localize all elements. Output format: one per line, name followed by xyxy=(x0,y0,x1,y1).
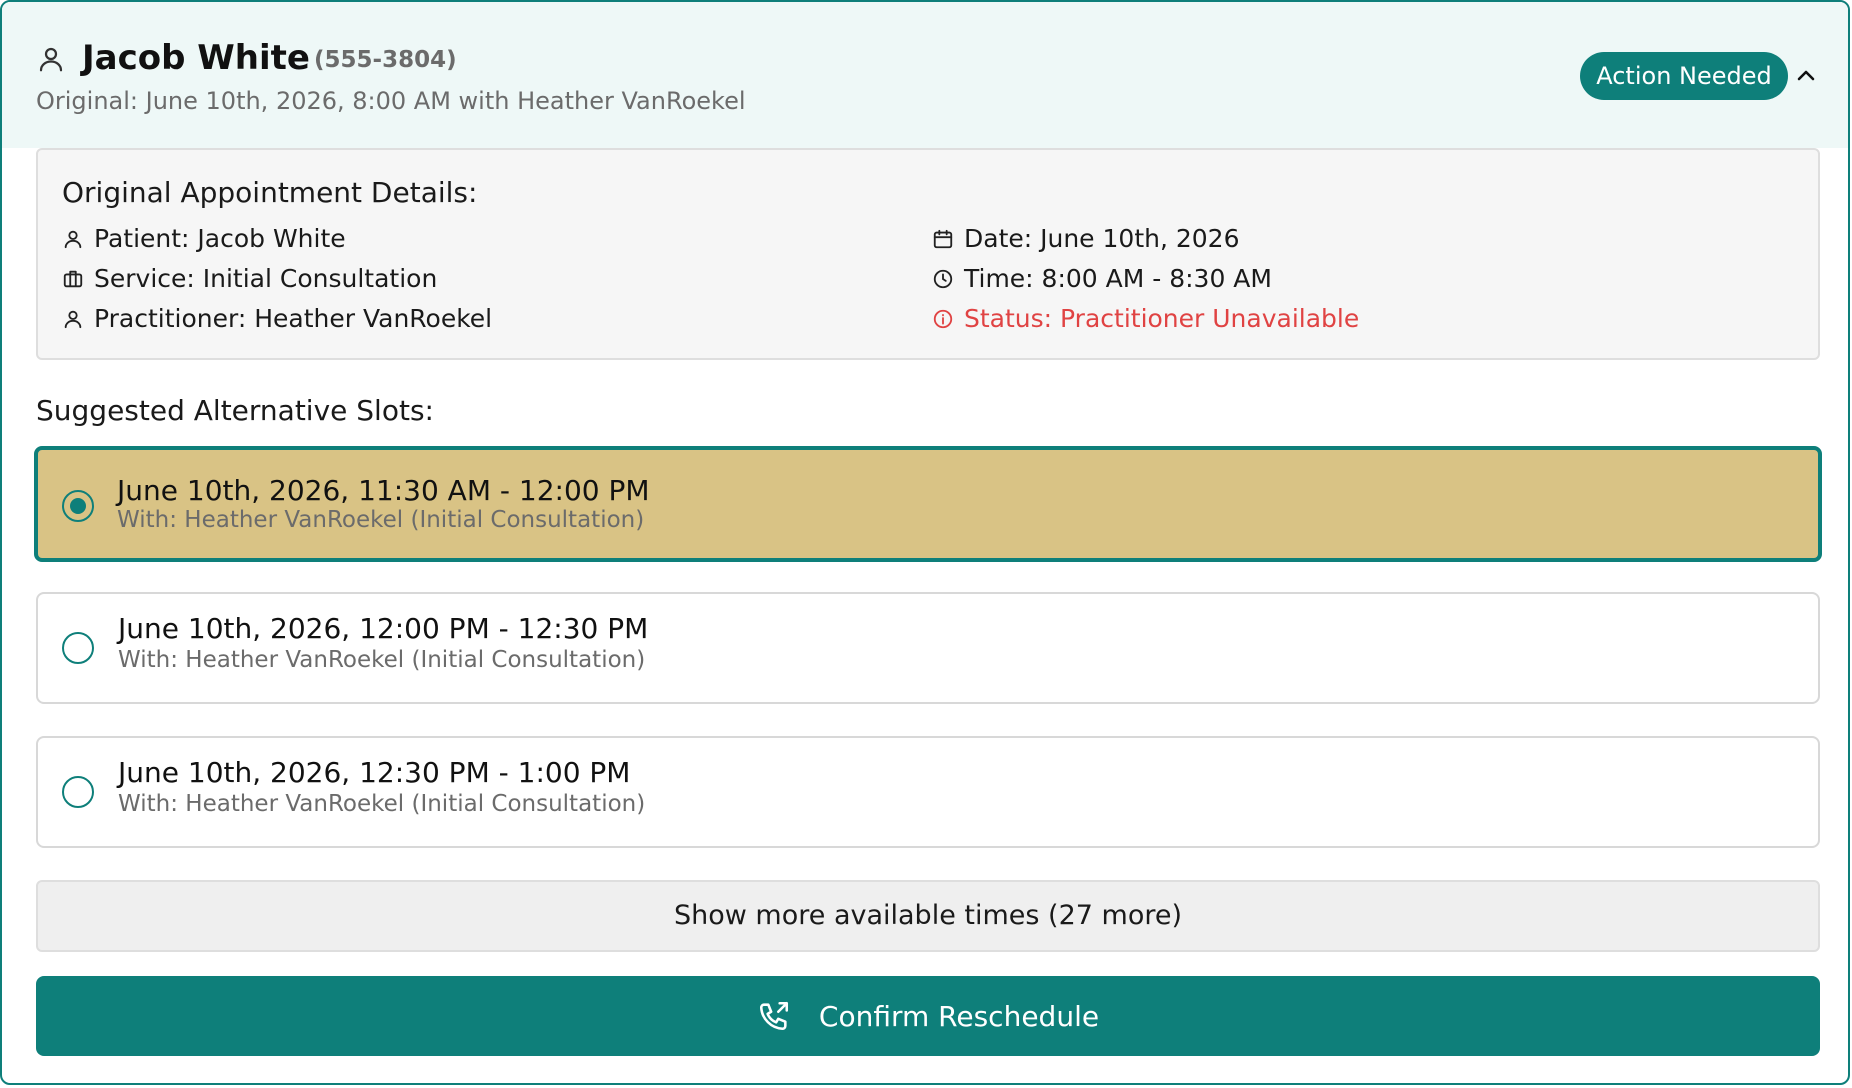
radio-button[interactable] xyxy=(62,776,94,808)
detail-practitioner-text: Practitioner: Heather VanRoekel xyxy=(94,304,493,333)
slot-time: June 10th, 2026, 12:30 PM - 1:00 PM xyxy=(118,756,631,789)
detail-patient-text: Patient: Jacob White xyxy=(94,224,346,253)
briefcase-icon xyxy=(63,270,83,288)
user-icon xyxy=(64,230,82,249)
detail-time-text: Time: 8:00 AM - 8:30 AM xyxy=(964,264,1272,293)
radio-button[interactable] xyxy=(62,632,94,664)
user-icon xyxy=(39,47,63,72)
show-more-times-button[interactable]: Show more available times (27 more) xyxy=(36,880,1820,952)
detail-date: Date: June 10th, 2026 xyxy=(932,224,1240,254)
detail-service: Service: Initial Consultation xyxy=(62,264,437,294)
slot-practitioner: With: Heather VanRoekel (Initial Consult… xyxy=(117,507,645,533)
patient-name: Jacob White xyxy=(82,38,310,78)
info-icon xyxy=(933,309,953,329)
original-appointment-details: Original Appointment Details: Patient: J… xyxy=(36,148,1820,360)
detail-practitioner: Practitioner: Heather VanRoekel xyxy=(62,304,492,334)
status-badge: Action Needed xyxy=(1580,52,1788,100)
chevron-up-icon[interactable] xyxy=(1794,64,1818,88)
slot-time: June 10th, 2026, 11:30 AM - 12:00 PM xyxy=(117,474,650,507)
reschedule-card: Jacob White (555-3804) Original: June 10… xyxy=(0,0,1850,1085)
slot-option-2[interactable]: June 10th, 2026, 12:00 PM - 12:30 PM Wit… xyxy=(36,592,1820,704)
confirm-reschedule-label: Confirm Reschedule xyxy=(818,999,1100,1033)
clock-icon xyxy=(933,269,953,289)
slot-option-3[interactable]: June 10th, 2026, 12:30 PM - 1:00 PM With… xyxy=(36,736,1820,848)
slot-time: June 10th, 2026, 12:00 PM - 12:30 PM xyxy=(118,612,649,645)
slot-option-1[interactable]: June 10th, 2026, 11:30 AM - 12:00 PM Wit… xyxy=(34,446,1822,562)
detail-service-text: Service: Initial Consultation xyxy=(94,264,438,293)
slot-practitioner: With: Heather VanRoekel (Initial Consult… xyxy=(118,791,646,817)
phone-outgoing-icon xyxy=(759,1001,788,1031)
patient-phone: (555-3804) xyxy=(314,47,457,73)
calendar-icon xyxy=(933,229,953,249)
detail-patient: Patient: Jacob White xyxy=(62,224,346,254)
details-title: Original Appointment Details: xyxy=(62,176,478,209)
radio-button-selected[interactable] xyxy=(62,490,94,522)
detail-date-text: Date: June 10th, 2026 xyxy=(964,224,1240,253)
detail-status-text: Status: Practitioner Unavailable xyxy=(964,304,1360,333)
user-icon xyxy=(64,310,82,329)
card-header[interactable]: Jacob White (555-3804) Original: June 10… xyxy=(2,2,1848,148)
confirm-reschedule-button[interactable]: Confirm Reschedule xyxy=(36,976,1820,1056)
slot-practitioner: With: Heather VanRoekel (Initial Consult… xyxy=(118,647,646,673)
original-appointment-summary: Original: June 10th, 2026, 8:00 AM with … xyxy=(36,87,746,115)
detail-status: Status: Practitioner Unavailable xyxy=(932,304,1359,334)
suggested-slots-title: Suggested Alternative Slots: xyxy=(36,394,434,427)
detail-time: Time: 8:00 AM - 8:30 AM xyxy=(932,264,1272,294)
